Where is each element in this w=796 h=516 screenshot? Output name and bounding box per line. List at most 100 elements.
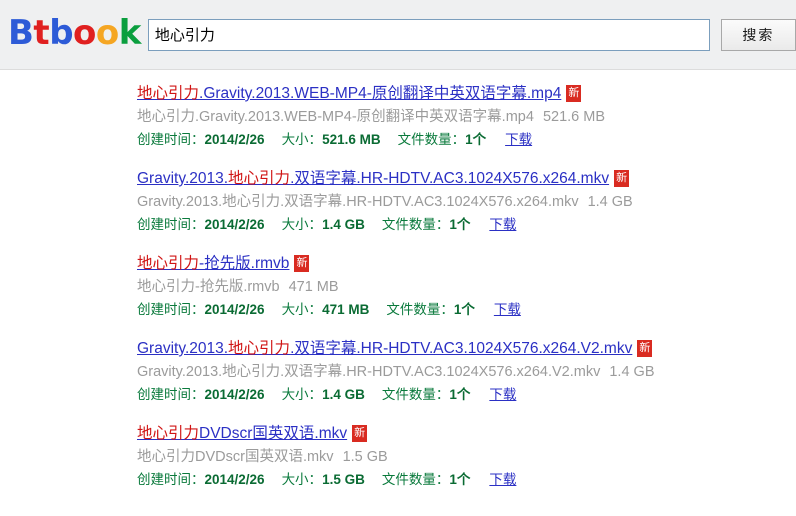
result-item: Gravity.2013.地心引力.双语字幕.HR-HDTV.AC3.1024X… [137, 339, 796, 404]
file-size-value: 1.5 GB [322, 472, 365, 487]
result-title-link[interactable]: 地心引力DVDscr国英双语.mkv [137, 425, 347, 442]
result-title-highlight: 地心引力 [228, 170, 291, 187]
result-description-text: Gravity.2013.地心引力.双语字幕.HR-HDTV.AC3.1024X… [137, 364, 601, 380]
file-size-label-group: 大小：471 MB [282, 302, 370, 317]
new-badge: 新 [294, 255, 310, 272]
result-item: Gravity.2013.地心引力.双语字幕.HR-HDTV.AC3.1024X… [137, 169, 796, 234]
search-input[interactable] [147, 18, 710, 51]
result-description-size: 1.5 GB [342, 449, 388, 465]
file-count-label: 文件数量： [397, 132, 466, 147]
search-results-list: 地心引力.Gravity.2013.WEB-MP4-原创翻译中英双语字幕.mp4… [0, 70, 796, 489]
result-title-link[interactable]: 地心引力.Gravity.2013.WEB-MP4-原创翻译中英双语字幕.mp4 [137, 85, 561, 102]
result-meta-row: 创建时间：2014/2/26 大小：1.4 GB 文件数量：1个 下载 [137, 216, 796, 234]
file-count-value: 1个 [453, 302, 475, 317]
logo-letter-1: t [33, 13, 50, 53]
new-badge: 新 [566, 85, 582, 102]
result-title-highlight: 地心引力 [137, 425, 200, 442]
download-link[interactable]: 下载 [489, 217, 516, 232]
logo-letter-5: k [118, 13, 142, 53]
result-meta-row: 创建时间：2014/2/26 大小：1.4 GB 文件数量：1个 下载 [137, 386, 796, 404]
result-title-text: Gravity.2013. [137, 170, 229, 187]
result-description-size: 521.6 MB [542, 109, 606, 125]
file-count-label-group: 文件数量：1个 [382, 472, 471, 487]
result-title-text: .双语字幕.HR-HDTV.AC3.1024X576.x264.mkv [290, 170, 610, 187]
result-description: 地心引力.Gravity.2013.WEB-MP4-原创翻译中英双语字幕.mp4… [137, 108, 796, 127]
result-description-size: 471 MB [288, 279, 339, 295]
created-time-label: 创建时间： [137, 132, 205, 147]
created-time-value: 2014/2/26 [204, 217, 265, 232]
logo-letter-2: b [49, 13, 74, 53]
file-size-label: 大小： [281, 132, 323, 147]
created-time-label: 创建时间： [137, 387, 205, 402]
file-size-label-group: 大小：1.4 GB [282, 387, 365, 402]
result-item: 地心引力-抢先版.rmvb 新地心引力-抢先版.rmvb 471 MB 创建时间：20… [137, 254, 796, 319]
page-header: Btbook 搜索 [0, 0, 796, 70]
result-description-text: 地心引力.Gravity.2013.WEB-MP4-原创翻译中英双语字幕.mp4 [137, 109, 534, 125]
created-time-label: 创建时间： [137, 217, 205, 232]
file-count-label-group: 文件数量：1个 [382, 217, 471, 232]
result-description: 地心引力-抢先版.rmvb 471 MB [137, 278, 796, 297]
result-title-text: .Gravity.2013.WEB-MP4-原创翻译中英双语字幕.mp4 [199, 85, 562, 102]
result-title-link[interactable]: 地心引力-抢先版.rmvb [137, 255, 289, 272]
file-count-value: 1个 [449, 217, 471, 232]
created-time-value: 2014/2/26 [204, 387, 265, 402]
result-title-link[interactable]: Gravity.2013.地心引力.双语字幕.HR-HDTV.AC3.1024X… [137, 170, 609, 187]
download-link[interactable]: 下载 [489, 387, 516, 402]
new-badge: 新 [637, 340, 653, 357]
result-title-text: .双语字幕.HR-HDTV.AC3.1024X576.x264.V2.mkv [290, 340, 633, 357]
result-description-size: 1.4 GB [609, 364, 655, 380]
file-count-value: 1个 [449, 472, 471, 487]
logo-letter-4: o [95, 13, 119, 53]
file-size-label-group: 大小：521.6 MB [282, 132, 381, 147]
file-count-label: 文件数量： [381, 472, 450, 487]
result-title-highlight: 地心引力 [137, 255, 200, 272]
created-time-label-group: 创建时间：2014/2/26 [137, 302, 265, 317]
created-time-label-group: 创建时间：2014/2/26 [137, 217, 265, 232]
result-description: Gravity.2013.地心引力.双语字幕.HR-HDTV.AC3.1024X… [137, 363, 796, 382]
result-item: 地心引力.Gravity.2013.WEB-MP4-原创翻译中英双语字幕.mp4… [137, 84, 796, 149]
file-size-label-group: 大小：1.5 GB [282, 472, 365, 487]
file-count-label-group: 文件数量：1个 [386, 302, 475, 317]
search-button[interactable]: 搜索 [720, 18, 796, 51]
result-title-text: Gravity.2013. [137, 340, 229, 357]
file-size-value: 521.6 MB [322, 132, 381, 147]
site-logo[interactable]: Btbook [8, 16, 141, 53]
result-meta-row: 创建时间：2014/2/26 大小：521.6 MB 文件数量：1个 下载 [137, 131, 796, 149]
logo-letter-3: o [73, 13, 96, 53]
created-time-value: 2014/2/26 [204, 472, 265, 487]
result-title-row: Gravity.2013.地心引力.双语字幕.HR-HDTV.AC3.1024X… [137, 169, 796, 188]
file-count-label: 文件数量： [381, 217, 450, 232]
result-description-size: 1.4 GB [587, 194, 633, 210]
result-title-link[interactable]: Gravity.2013.地心引力.双语字幕.HR-HDTV.AC3.1024X… [137, 340, 632, 357]
result-title-row: Gravity.2013.地心引力.双语字幕.HR-HDTV.AC3.1024X… [137, 339, 796, 358]
result-description-text: 地心引力DVDscr国英双语.mkv [137, 449, 334, 465]
file-size-label: 大小： [281, 217, 323, 232]
file-size-label: 大小： [281, 472, 323, 487]
download-link[interactable]: 下载 [494, 302, 521, 317]
created-time-label: 创建时间： [137, 302, 205, 317]
file-size-label-group: 大小：1.4 GB [282, 217, 365, 232]
file-size-label: 大小： [281, 302, 323, 317]
file-count-label-group: 文件数量：1个 [382, 387, 471, 402]
file-size-value: 1.4 GB [322, 217, 365, 232]
result-title-row: 地心引力DVDscr国英双语.mkv 新 [137, 424, 796, 443]
file-count-value: 1个 [449, 387, 471, 402]
result-meta-row: 创建时间：2014/2/26 大小：471 MB 文件数量：1个 下载 [137, 301, 796, 319]
result-description: Gravity.2013.地心引力.双语字幕.HR-HDTV.AC3.1024X… [137, 193, 796, 212]
file-size-value: 471 MB [322, 302, 370, 317]
result-title-text: DVDscr国英双语.mkv [199, 425, 348, 442]
result-meta-row: 创建时间：2014/2/26 大小：1.5 GB 文件数量：1个 下载 [137, 471, 796, 489]
created-time-value: 2014/2/26 [204, 132, 265, 147]
result-description-text: Gravity.2013.地心引力.双语字幕.HR-HDTV.AC3.1024X… [137, 194, 579, 210]
result-title-row: 地心引力.Gravity.2013.WEB-MP4-原创翻译中英双语字幕.mp4… [137, 84, 796, 103]
result-description: 地心引力DVDscr国英双语.mkv 1.5 GB [137, 448, 796, 467]
result-title-row: 地心引力-抢先版.rmvb 新 [137, 254, 796, 273]
download-link[interactable]: 下载 [489, 472, 516, 487]
download-link[interactable]: 下载 [505, 132, 532, 147]
result-description-text: 地心引力-抢先版.rmvb [137, 279, 280, 295]
result-item: 地心引力DVDscr国英双语.mkv 新地心引力DVDscr国英双语.mkv 1.5… [137, 424, 796, 489]
new-badge: 新 [352, 425, 368, 442]
file-count-label-group: 文件数量：1个 [398, 132, 487, 147]
created-time-label-group: 创建时间：2014/2/26 [137, 472, 265, 487]
created-time-value: 2014/2/26 [204, 302, 265, 317]
